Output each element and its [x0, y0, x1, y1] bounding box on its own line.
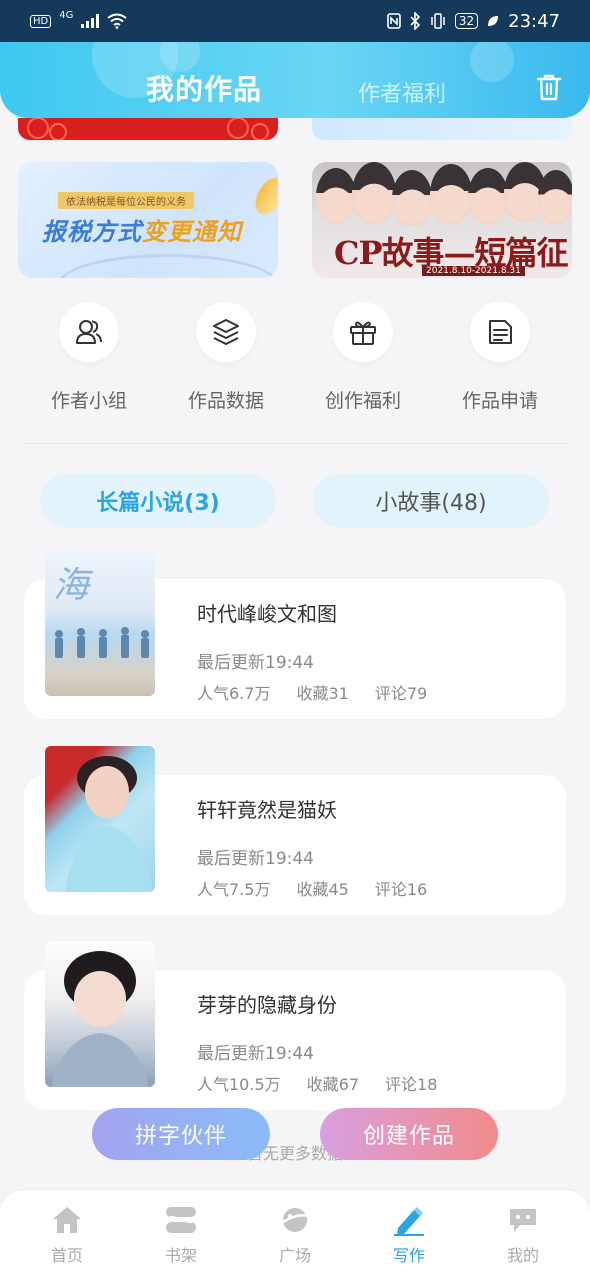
- work-stats: 人气6.7万 收藏31 评论79: [197, 680, 427, 704]
- planet-icon: [279, 1208, 311, 1232]
- cover-figures: [55, 627, 149, 658]
- pen-icon: [394, 1207, 424, 1236]
- header: 我的作品 作者福利: [0, 42, 590, 118]
- nav-square[interactable]: 广场: [250, 1204, 340, 1280]
- cover-portrait: [51, 951, 149, 1087]
- banner-tax-title: 报税方式变更通知: [42, 212, 242, 247]
- gift-icon: [350, 321, 376, 345]
- quick-author-group-circle: [59, 302, 119, 362]
- status-right: 32 23:47: [387, 11, 560, 32]
- chat-icon: [510, 1209, 536, 1232]
- bookshelf-icon: [166, 1207, 196, 1233]
- banner-strip-blue[interactable]: [312, 118, 572, 140]
- hd-badge: HD: [30, 14, 52, 28]
- work-popularity: 人气10.5万: [197, 1075, 281, 1094]
- bottom-nav: 首页 书架 广场 写作 我的: [0, 1190, 590, 1280]
- banner-strip-red[interactable]: [18, 118, 278, 140]
- network-type: 4G: [59, 9, 74, 21]
- quick-work-application-circle: [470, 302, 530, 362]
- work-popularity: 人气6.7万: [197, 684, 271, 703]
- work-title[interactable]: 时代峰峻文和图: [197, 598, 337, 627]
- quick-work-data-label: 作品数据: [187, 390, 264, 412]
- quick-author-group[interactable]: 作者小组: [29, 302, 149, 413]
- nfc-icon: [387, 13, 401, 29]
- vibrate-icon: [431, 13, 445, 29]
- layers-icon: [213, 319, 239, 345]
- nav-bookshelf[interactable]: 书架: [136, 1204, 226, 1280]
- portrait: [538, 170, 572, 224]
- quick-creation-welfare-circle: [333, 302, 393, 362]
- nav-home-label: 首页: [50, 1246, 83, 1265]
- quick-work-data[interactable]: 作品数据: [166, 302, 286, 413]
- work-comments: 评论18: [385, 1075, 438, 1094]
- quick-creation-welfare[interactable]: 创作福利: [303, 302, 423, 413]
- work-favorites: 收藏31: [296, 684, 349, 703]
- nav-home[interactable]: 首页: [22, 1204, 112, 1280]
- work-title[interactable]: 轩轩竟然是猫妖: [197, 794, 337, 823]
- portrait: [430, 164, 472, 224]
- cover-portrait: [65, 756, 153, 892]
- work-updated: 最后更新19:44: [197, 1044, 314, 1064]
- quick-creation-welfare-label: 创作福利: [324, 390, 401, 412]
- work-updated: 最后更新19:44: [197, 849, 314, 869]
- battery-icon: 32: [454, 13, 479, 29]
- work-stats: 人气10.5万 收藏67 评论18: [197, 1071, 437, 1095]
- portrait: [352, 162, 396, 224]
- banner-cp-date: 2021.8.10-2021.8.31: [422, 266, 525, 276]
- nav-mine-label: 我的: [506, 1246, 539, 1265]
- nav-mine[interactable]: 我的: [478, 1204, 568, 1280]
- divider: [24, 443, 568, 444]
- nav-write[interactable]: 写作: [364, 1204, 454, 1280]
- work-comments: 评论79: [374, 684, 428, 703]
- tab-short-stories[interactable]: 小故事(48): [313, 474, 549, 528]
- nav-bookshelf-label: 书架: [164, 1246, 197, 1265]
- tab-long-novels[interactable]: 长篇小说(3): [40, 474, 276, 528]
- quick-work-data-circle: [196, 302, 256, 362]
- no-more-data-text: 暂无更多数据: [246, 1144, 343, 1163]
- trash-icon: [536, 74, 562, 101]
- home-icon: [53, 1207, 81, 1233]
- portrait: [468, 168, 508, 224]
- nav-write-label: 写作: [392, 1246, 425, 1265]
- clock: 23:47: [508, 10, 560, 32]
- work-stats: 人气7.5万 收藏45 评论16: [197, 876, 427, 900]
- tab-author-welfare[interactable]: 作者福利: [358, 76, 446, 108]
- banner-tax-notice[interactable]: 依法纳税是每位公民的义务 报税方式变更通知: [18, 162, 278, 278]
- create-work-button[interactable]: 创建作品: [320, 1108, 498, 1160]
- group-icon: [76, 320, 102, 344]
- work-cover[interactable]: [45, 941, 155, 1087]
- banner-tax-title-part2: 变更通知: [142, 218, 242, 246]
- delete-button[interactable]: [532, 70, 566, 104]
- work-updated: 最后更新19:44: [197, 653, 314, 673]
- signal-icon: [81, 14, 100, 28]
- writing-partner-button[interactable]: 拼字伙伴: [92, 1108, 270, 1160]
- leaf-icon: [488, 16, 499, 26]
- banner-tax-subtitle: 依法纳税是每位公民的义务: [58, 192, 194, 209]
- nav-square-label: 广场: [278, 1246, 311, 1265]
- portrait: [316, 168, 356, 224]
- cloud-pattern: [27, 118, 269, 140]
- portrait: [392, 170, 432, 226]
- bluetooth-icon: [410, 12, 420, 30]
- work-favorites: 收藏67: [306, 1075, 360, 1094]
- quick-work-application[interactable]: 作品申请: [440, 302, 560, 413]
- work-cover[interactable]: 海: [45, 550, 155, 696]
- work-title[interactable]: 芽芽的隐藏身份: [197, 989, 337, 1018]
- work-cover[interactable]: [45, 746, 155, 892]
- wifi-icon: [107, 13, 127, 29]
- quick-author-group-label: 作者小组: [50, 390, 127, 412]
- status-left: HD 4G: [30, 9, 127, 29]
- work-favorites: 收藏45: [296, 880, 349, 899]
- banner-tax-title-part1: 报税方式: [42, 218, 142, 246]
- banner-cp-contest[interactable]: CP故事—短篇征文 2021.8.10-2021.8.31: [312, 162, 572, 278]
- status-bar: HD 4G 32 23:47: [0, 0, 590, 42]
- work-popularity: 人气7.5万: [197, 880, 271, 899]
- quick-work-application-label: 作品申请: [461, 390, 538, 412]
- coin-graphic: [249, 172, 278, 220]
- decor-arc: [58, 254, 278, 278]
- document-icon: [489, 320, 512, 344]
- tab-my-works[interactable]: 我的作品: [146, 68, 262, 108]
- work-comments: 评论16: [374, 880, 428, 899]
- decor-bubble: [470, 42, 514, 82]
